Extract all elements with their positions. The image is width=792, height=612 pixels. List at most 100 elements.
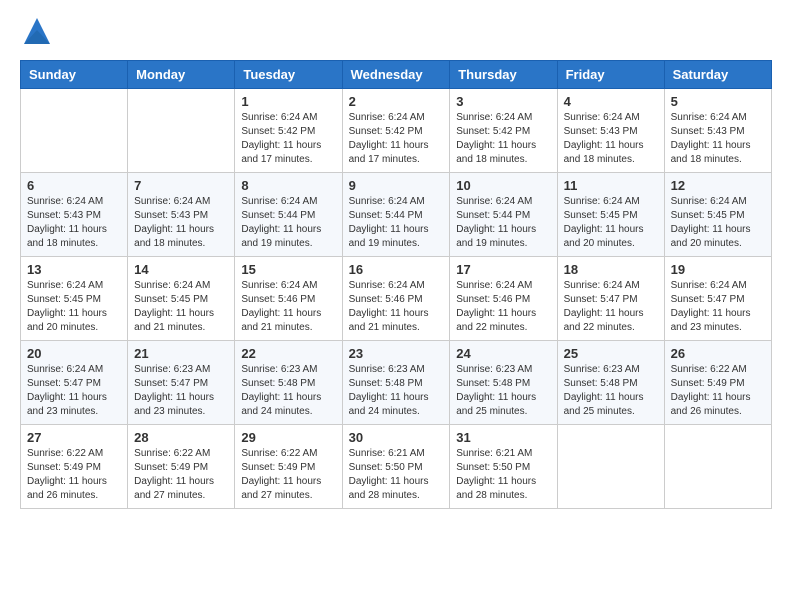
- calendar-cell: 16Sunrise: 6:24 AM Sunset: 5:46 PM Dayli…: [342, 257, 450, 341]
- calendar-cell: 26 Sunrise: 6:22 AM Sunset: 5:49 PM Dayli…: [664, 341, 771, 425]
- day-number: 2: [349, 94, 444, 109]
- cell-info: Sunrise: 6:21 AM Sunset: 5:50 PM Dayligh…: [456, 447, 550, 503]
- cell-info: Sunrise: 6:22 AM Sunset: 5:49 PM Dayligh…: [671, 363, 765, 419]
- day-number: 30: [349, 430, 444, 445]
- calendar-cell: 11 Sunrise: 6:24 AM Sunset: 5:45 PM Dayli…: [557, 173, 664, 257]
- calendar-header-row: SundayMondayTuesdayWednesdayThursdayFrid…: [21, 61, 772, 89]
- cell-info: Sunrise: 6:23 AM Sunset: 5:47 PM Dayligh…: [134, 363, 228, 419]
- day-number: 4: [564, 94, 658, 109]
- calendar-cell: [128, 89, 235, 173]
- calendar-cell: 22 Sunrise: 6:23 AM Sunset: 5:48 PM Dayli…: [235, 341, 342, 425]
- calendar-day-header: Monday: [128, 61, 235, 89]
- calendar-cell: 23 Sunrise: 6:23 AM Sunset: 5:48 PM Dayli…: [342, 341, 450, 425]
- calendar-cell: 2Sunrise: 6:24 AM Sunset: 5:42 PM Daylig…: [342, 89, 450, 173]
- cell-info: Sunrise: 6:22 AM Sunset: 5:49 PM Dayligh…: [27, 447, 121, 503]
- cell-info: Sunrise: 6:24 AM Sunset: 5:42 PM Dayligh…: [456, 111, 550, 167]
- calendar-cell: 8 Sunrise: 6:24 AM Sunset: 5:44 PM Daylig…: [235, 173, 342, 257]
- calendar-day-header: Friday: [557, 61, 664, 89]
- calendar-cell: 9 Sunrise: 6:24 AM Sunset: 5:44 PM Daylig…: [342, 173, 450, 257]
- calendar-day-header: Tuesday: [235, 61, 342, 89]
- day-number: 22: [241, 346, 335, 361]
- cell-info: Sunrise: 6:24 AM Sunset: 5:44 PM Dayligh…: [456, 195, 550, 251]
- day-number: 6: [27, 178, 121, 193]
- calendar-cell: 15Sunrise: 6:24 AM Sunset: 5:46 PM Dayli…: [235, 257, 342, 341]
- day-number: 20: [27, 346, 121, 361]
- day-number: 17: [456, 262, 550, 277]
- day-number: 31: [456, 430, 550, 445]
- logo-icon: [22, 16, 52, 44]
- calendar-week-row: 20 Sunrise: 6:24 AM Sunset: 5:47 PM Dayli…: [21, 341, 772, 425]
- calendar-cell: 25Sunrise: 6:23 AM Sunset: 5:48 PM Dayli…: [557, 341, 664, 425]
- day-number: 25: [564, 346, 658, 361]
- day-number: 21: [134, 346, 228, 361]
- cell-info: Sunrise: 6:24 AM Sunset: 5:43 PM Dayligh…: [671, 111, 765, 167]
- cell-info: Sunrise: 6:22 AM Sunset: 5:49 PM Dayligh…: [241, 447, 335, 503]
- cell-info: Sunrise: 6:24 AM Sunset: 5:43 PM Dayligh…: [27, 195, 121, 251]
- cell-info: Sunrise: 6:24 AM Sunset: 5:45 PM Dayligh…: [564, 195, 658, 251]
- cell-info: Sunrise: 6:24 AM Sunset: 5:47 PM Dayligh…: [27, 363, 121, 419]
- cell-info: Sunrise: 6:24 AM Sunset: 5:45 PM Dayligh…: [671, 195, 765, 251]
- cell-info: Sunrise: 6:24 AM Sunset: 5:43 PM Dayligh…: [134, 195, 228, 251]
- day-number: 19: [671, 262, 765, 277]
- day-number: 7: [134, 178, 228, 193]
- day-number: 26: [671, 346, 765, 361]
- page-header: [20, 20, 772, 50]
- calendar-cell: 31 Sunrise: 6:21 AM Sunset: 5:50 PM Dayli…: [450, 425, 557, 509]
- cell-info: Sunrise: 6:23 AM Sunset: 5:48 PM Dayligh…: [456, 363, 550, 419]
- day-number: 14: [134, 262, 228, 277]
- calendar-cell: 14 Sunrise: 6:24 AM Sunset: 5:45 PM Dayli…: [128, 257, 235, 341]
- calendar-day-header: Sunday: [21, 61, 128, 89]
- calendar-cell: [21, 89, 128, 173]
- calendar-cell: 10Sunrise: 6:24 AM Sunset: 5:44 PM Dayli…: [450, 173, 557, 257]
- calendar-cell: 18Sunrise: 6:24 AM Sunset: 5:47 PM Dayli…: [557, 257, 664, 341]
- day-number: 9: [349, 178, 444, 193]
- day-number: 11: [564, 178, 658, 193]
- calendar-cell: 5 Sunrise: 6:24 AM Sunset: 5:43 PM Daylig…: [664, 89, 771, 173]
- calendar-cell: 28 Sunrise: 6:22 AM Sunset: 5:49 PM Dayli…: [128, 425, 235, 509]
- cell-info: Sunrise: 6:24 AM Sunset: 5:45 PM Dayligh…: [27, 279, 121, 335]
- calendar-cell: 7 Sunrise: 6:24 AM Sunset: 5:43 PM Daylig…: [128, 173, 235, 257]
- calendar-cell: 21 Sunrise: 6:23 AM Sunset: 5:47 PM Dayli…: [128, 341, 235, 425]
- logo: [20, 20, 52, 50]
- cell-info: Sunrise: 6:24 AM Sunset: 5:45 PM Dayligh…: [134, 279, 228, 335]
- calendar-day-header: Wednesday: [342, 61, 450, 89]
- cell-info: Sunrise: 6:22 AM Sunset: 5:49 PM Dayligh…: [134, 447, 228, 503]
- cell-info: Sunrise: 6:24 AM Sunset: 5:44 PM Dayligh…: [349, 195, 444, 251]
- day-number: 18: [564, 262, 658, 277]
- day-number: 16: [349, 262, 444, 277]
- cell-info: Sunrise: 6:23 AM Sunset: 5:48 PM Dayligh…: [349, 363, 444, 419]
- calendar-cell: 24Sunrise: 6:23 AM Sunset: 5:48 PM Dayli…: [450, 341, 557, 425]
- calendar-cell: 6 Sunrise: 6:24 AM Sunset: 5:43 PM Daylig…: [21, 173, 128, 257]
- calendar-week-row: 13 Sunrise: 6:24 AM Sunset: 5:45 PM Dayli…: [21, 257, 772, 341]
- day-number: 12: [671, 178, 765, 193]
- cell-info: Sunrise: 6:21 AM Sunset: 5:50 PM Dayligh…: [349, 447, 444, 503]
- calendar-week-row: 1 Sunrise: 6:24 AM Sunset: 5:42 PM Daylig…: [21, 89, 772, 173]
- calendar-week-row: 27 Sunrise: 6:22 AM Sunset: 5:49 PM Dayli…: [21, 425, 772, 509]
- calendar-week-row: 6 Sunrise: 6:24 AM Sunset: 5:43 PM Daylig…: [21, 173, 772, 257]
- calendar-cell: 27 Sunrise: 6:22 AM Sunset: 5:49 PM Dayli…: [21, 425, 128, 509]
- calendar-cell: 29Sunrise: 6:22 AM Sunset: 5:49 PM Dayli…: [235, 425, 342, 509]
- cell-info: Sunrise: 6:24 AM Sunset: 5:44 PM Dayligh…: [241, 195, 335, 251]
- day-number: 3: [456, 94, 550, 109]
- calendar-day-header: Thursday: [450, 61, 557, 89]
- cell-info: Sunrise: 6:24 AM Sunset: 5:46 PM Dayligh…: [241, 279, 335, 335]
- day-number: 1: [241, 94, 335, 109]
- day-number: 8: [241, 178, 335, 193]
- calendar-cell: [557, 425, 664, 509]
- day-number: 27: [27, 430, 121, 445]
- day-number: 23: [349, 346, 444, 361]
- cell-info: Sunrise: 6:24 AM Sunset: 5:42 PM Dayligh…: [241, 111, 335, 167]
- day-number: 5: [671, 94, 765, 109]
- calendar-cell: [664, 425, 771, 509]
- day-number: 28: [134, 430, 228, 445]
- calendar-cell: 30 Sunrise: 6:21 AM Sunset: 5:50 PM Dayli…: [342, 425, 450, 509]
- calendar-cell: 4 Sunrise: 6:24 AM Sunset: 5:43 PM Daylig…: [557, 89, 664, 173]
- day-number: 13: [27, 262, 121, 277]
- cell-info: Sunrise: 6:23 AM Sunset: 5:48 PM Dayligh…: [241, 363, 335, 419]
- cell-info: Sunrise: 6:24 AM Sunset: 5:47 PM Dayligh…: [671, 279, 765, 335]
- cell-info: Sunrise: 6:24 AM Sunset: 5:46 PM Dayligh…: [456, 279, 550, 335]
- cell-info: Sunrise: 6:24 AM Sunset: 5:43 PM Dayligh…: [564, 111, 658, 167]
- calendar-cell: 17 Sunrise: 6:24 AM Sunset: 5:46 PM Dayli…: [450, 257, 557, 341]
- calendar-day-header: Saturday: [664, 61, 771, 89]
- calendar-table: SundayMondayTuesdayWednesdayThursdayFrid…: [20, 60, 772, 509]
